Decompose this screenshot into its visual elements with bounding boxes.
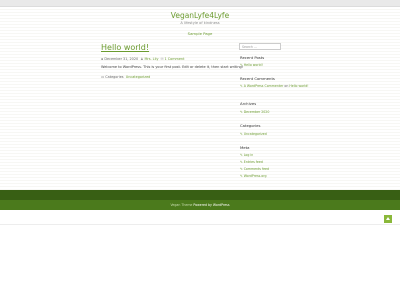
site-description: A lifestyle of kindness bbox=[180, 21, 220, 25]
post-title[interactable]: Hello world! bbox=[101, 43, 149, 52]
meta-heading: Meta bbox=[240, 145, 250, 150]
meta-item-comments-feed[interactable]: ✎ Comments feed bbox=[240, 167, 269, 171]
pen-icon: ✎ bbox=[240, 110, 243, 114]
post-categories: ▭ Categories Uncategorized bbox=[101, 75, 150, 79]
pen-icon: ✎ bbox=[240, 167, 243, 171]
meta-item-entries-feed[interactable]: ✎ Entries feed bbox=[240, 160, 263, 164]
post-date[interactable]: December 31, 2020 bbox=[104, 57, 138, 61]
site-title[interactable]: VeganLyfe4Lyfe bbox=[0, 11, 400, 20]
scroll-to-top-icon[interactable] bbox=[384, 215, 392, 223]
recent-comment-item[interactable]: ✎ A WordPress Commenter on Hello world! bbox=[240, 84, 309, 88]
recent-post-item[interactable]: ✎ Hello world! bbox=[240, 63, 263, 67]
post-comments-link[interactable]: 1 Comment bbox=[165, 57, 185, 61]
divider bbox=[0, 224, 400, 225]
footer-credits: Vegan Theme Powered by WordPress bbox=[0, 203, 400, 207]
archive-item[interactable]: ✎ December 2020 bbox=[240, 110, 269, 114]
folder-icon: ▭ bbox=[101, 75, 105, 79]
footer-wordpress-link[interactable]: Powered by WordPress bbox=[193, 203, 229, 207]
pen-icon: ✎ bbox=[240, 174, 243, 178]
user-icon: ♟ bbox=[140, 57, 144, 61]
nav-sample-page[interactable]: Sample Page bbox=[0, 31, 400, 36]
post-content: Welcome to WordPress. This is your first… bbox=[101, 65, 244, 69]
archives-heading: Archives bbox=[240, 101, 257, 106]
footer-theme-text: Vegan Theme bbox=[170, 203, 193, 207]
category-item[interactable]: ✎ Uncategorized bbox=[240, 132, 267, 136]
recent-posts-heading: Recent Posts bbox=[240, 55, 265, 60]
post-meta: ▪ December 31, 2020 ♟ Mrs. Lily ✉ 1 Comm… bbox=[101, 57, 184, 61]
pen-icon: ✎ bbox=[240, 160, 243, 164]
footer-widgets-area bbox=[0, 190, 400, 200]
meta-item-wordpress-org[interactable]: ✎ WordPress.org bbox=[240, 174, 267, 178]
pen-icon: ✎ bbox=[240, 153, 243, 157]
pen-icon: ✎ bbox=[240, 63, 243, 67]
recent-comments-heading: Recent Comments bbox=[240, 76, 275, 81]
calendar-icon: ▪ bbox=[101, 57, 104, 61]
search-input[interactable]: Search ... bbox=[239, 43, 281, 50]
pen-icon: ✎ bbox=[240, 84, 243, 88]
categories-heading: Categories bbox=[240, 123, 261, 128]
admin-bar bbox=[0, 0, 400, 7]
comment-icon: ✉ bbox=[160, 57, 164, 61]
post-category-link[interactable]: Uncategorized bbox=[126, 75, 151, 79]
meta-item-login[interactable]: ✎ Log in bbox=[240, 153, 253, 157]
pen-icon: ✎ bbox=[240, 132, 243, 136]
post-author[interactable]: Mrs. Lily bbox=[144, 57, 158, 61]
categories-label: Categories bbox=[105, 75, 124, 79]
